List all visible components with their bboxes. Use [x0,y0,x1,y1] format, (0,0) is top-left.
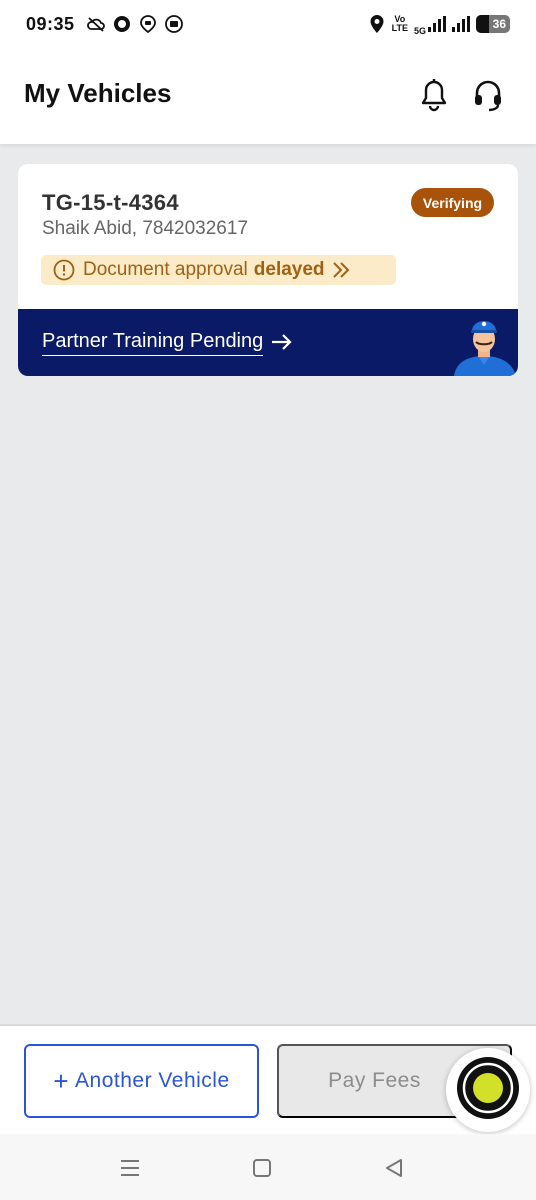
cloud-off-icon [86,15,105,33]
arrow-right-icon [270,333,294,351]
signal-icon [428,16,446,32]
signal-icon [452,16,470,32]
driver-mascot-icon [452,315,518,376]
plus-icon: + [53,1066,70,1096]
add-vehicle-label: Another Vehicle [75,1069,230,1092]
status-bar: 09:35 Vo LTE 5G 36 [0,0,536,48]
network-type: 5G [413,26,426,36]
volte-indicator: Vo LTE [392,15,408,33]
bell-icon[interactable] [418,78,450,112]
back-triangle-icon[interactable] [382,1156,406,1180]
add-another-vehicle-button[interactable]: + Another Vehicle [24,1044,259,1118]
document-approval-alert[interactable]: Document approval delayed [41,255,396,285]
status-right-icons: Vo LTE 5G 36 [368,12,510,36]
menu-icon[interactable] [118,1156,142,1180]
vehicle-number: TG-15-t-4364 [42,190,179,215]
training-banner[interactable]: Partner Training Pending [18,309,518,376]
floating-app-button[interactable] [446,1048,530,1132]
volte-line2: LTE [391,23,408,33]
warning-icon [53,259,75,281]
ola-logo-icon [455,1055,521,1126]
headset-icon[interactable] [472,78,504,112]
alert-text: Document approval [83,259,248,280]
media-icon [164,15,183,33]
battery-level: 36 [492,17,506,31]
status-time: 09:35 [26,13,75,34]
double-chevron-right-icon [331,261,351,279]
home-square-icon[interactable] [250,1156,274,1180]
pay-fees-label: Pay Fees [328,1069,421,1092]
vehicle-card[interactable]: TG-15-t-4364 Shaik Abid, 7842032617 Veri… [18,164,518,376]
status-badge: Verifying [411,188,494,217]
alert-emphasis: delayed [253,259,325,280]
battery-icon: 36 [476,15,510,33]
owner-details: Shaik Abid, 7842032617 [42,218,249,239]
app-header: My Vehicles [0,48,536,144]
location-pin-icon [368,15,386,33]
circle-icon [113,15,131,33]
training-link[interactable]: Partner Training Pending [42,330,264,356]
system-navigation-bar [0,1134,536,1200]
page-title: My Vehicles [24,78,172,108]
chat-location-icon [139,15,157,33]
status-left-icons [86,15,183,33]
